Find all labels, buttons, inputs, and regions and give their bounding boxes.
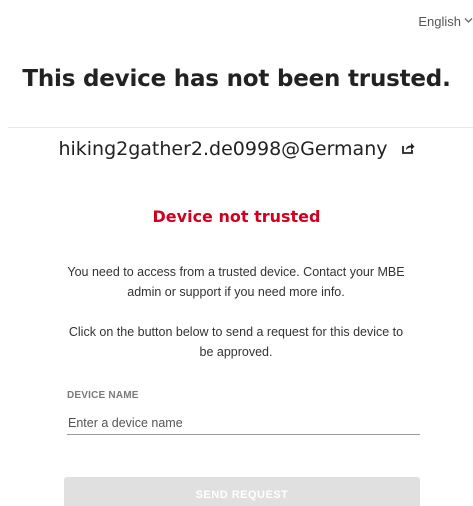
untrusted-device-page: English This device has not been trusted… — [0, 0, 473, 506]
language-label: English — [418, 14, 461, 29]
device-name-label: DEVICE NAME — [67, 390, 139, 401]
device-not-trusted-heading: Device not trusted — [152, 207, 321, 226]
account-line: hiking2gather2.de0998@Germany — [0, 138, 473, 160]
page-title: This device has not been trusted. — [22, 66, 451, 92]
send-request-button[interactable]: SEND REQUEST — [64, 477, 420, 506]
trusted-device-message: You need to access from a trusted device… — [67, 265, 405, 299]
divider — [8, 127, 473, 128]
send-request-instructions: Click on the button below to send a requ… — [68, 325, 404, 359]
chevron-down-icon — [464, 17, 473, 27]
account-name: hiking2gather2.de0998@Germany — [58, 138, 388, 160]
device-name-input[interactable] — [67, 412, 420, 435]
external-link-icon[interactable] — [401, 137, 415, 159]
language-selector[interactable]: English — [418, 14, 473, 29]
